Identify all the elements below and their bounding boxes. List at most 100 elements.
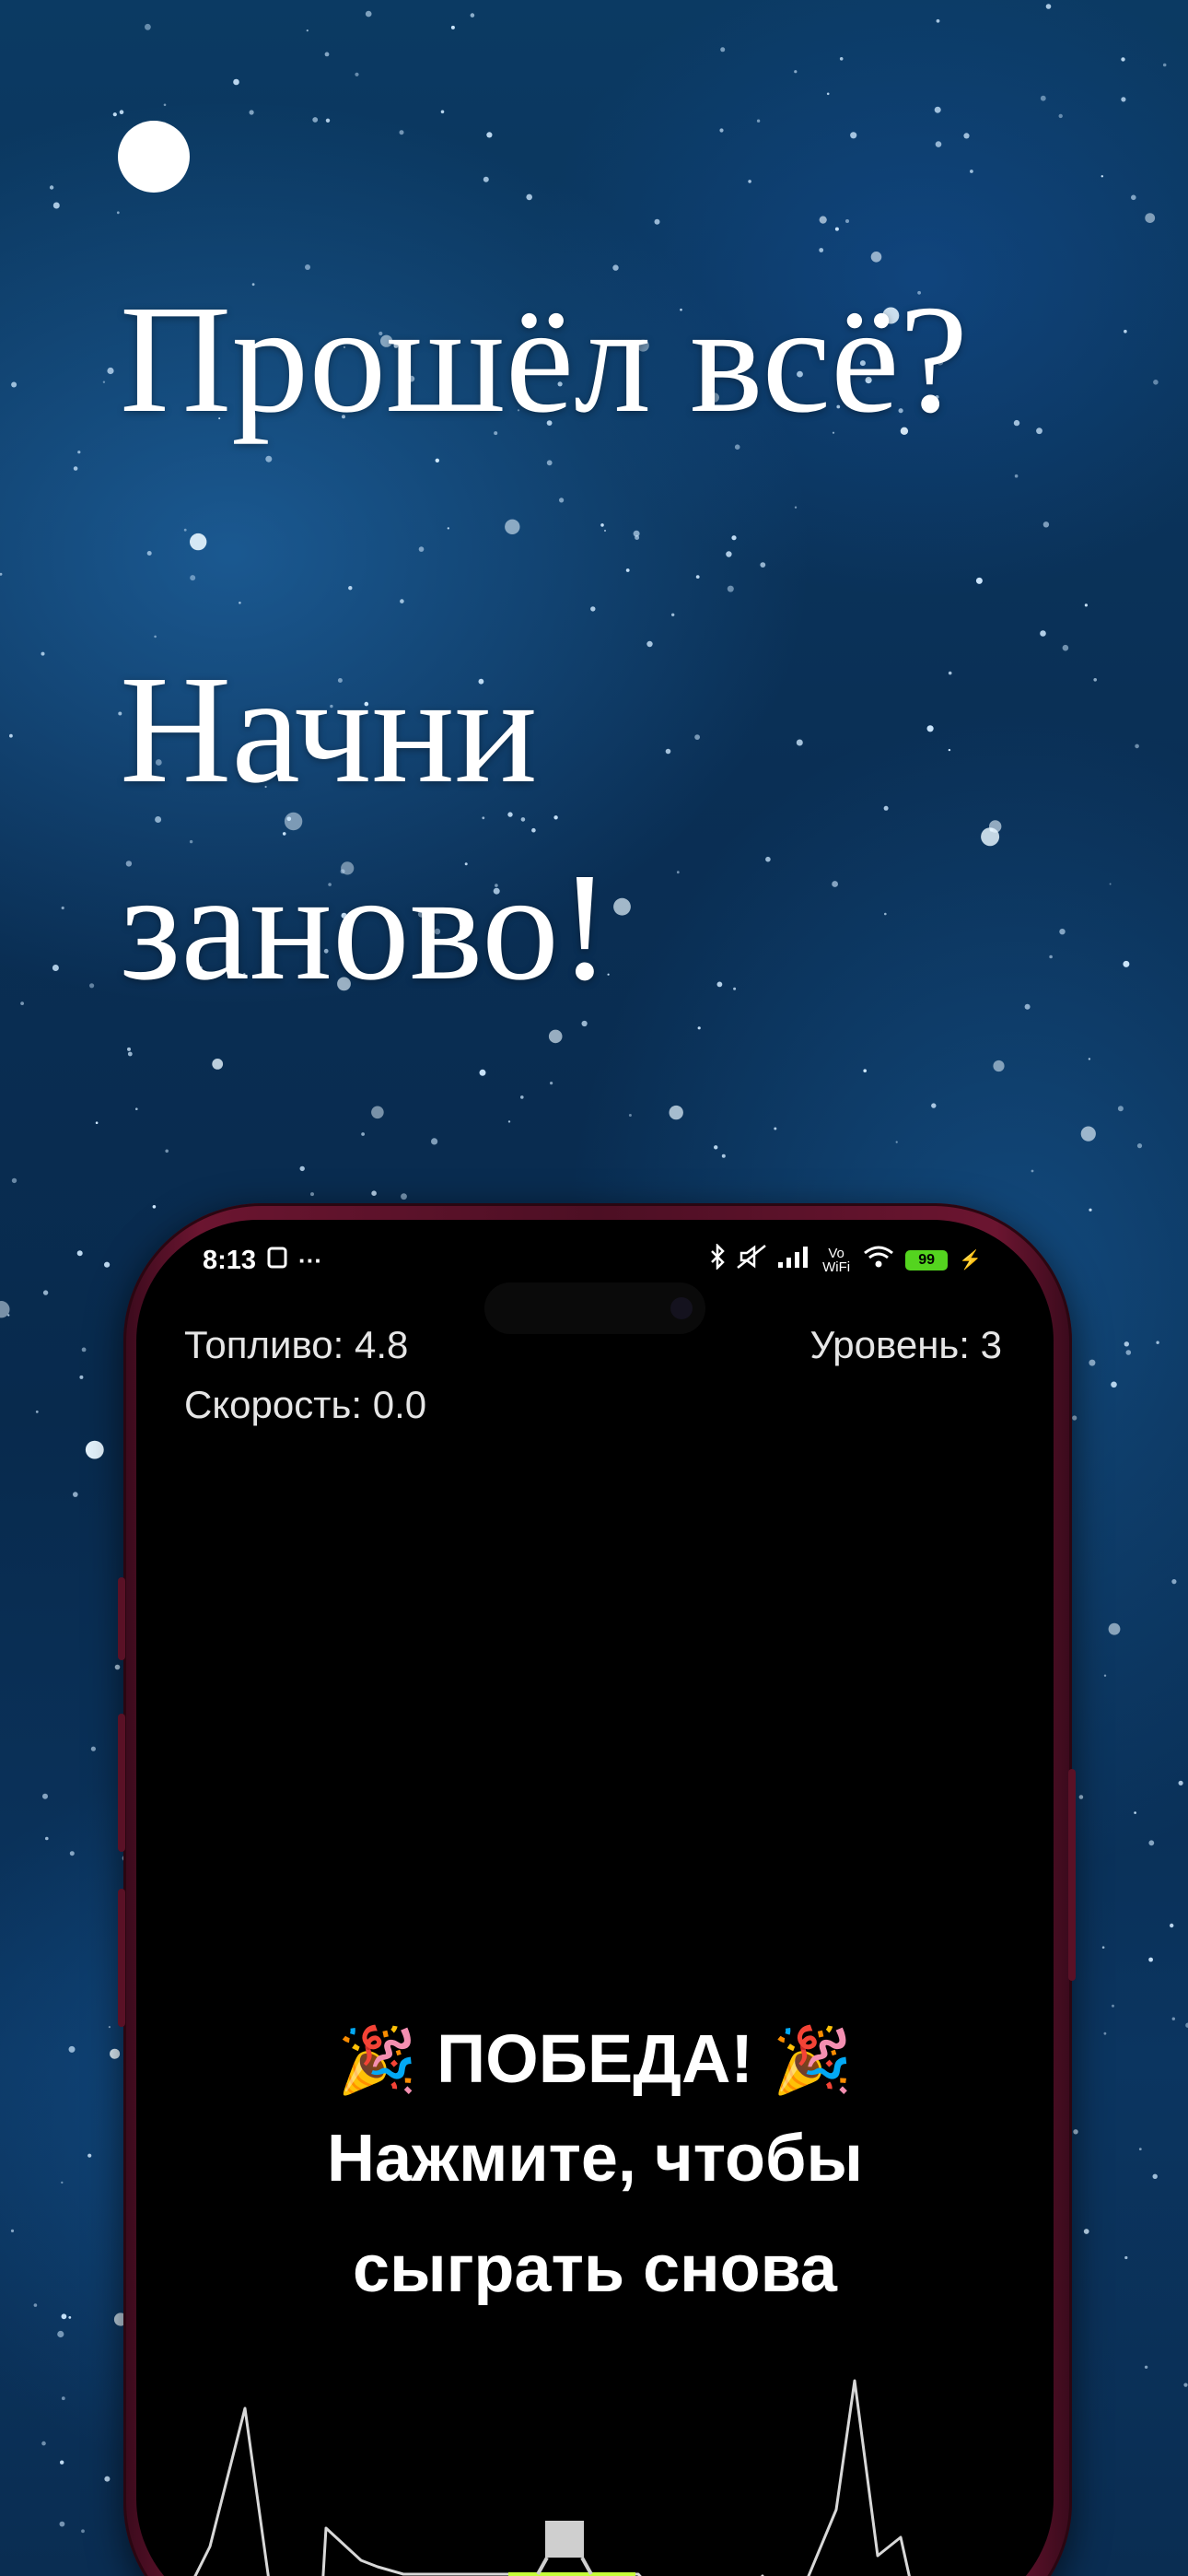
star: [312, 117, 319, 123]
star: [934, 106, 941, 113]
star: [1183, 2383, 1188, 2387]
star: [418, 546, 425, 552]
star: [127, 1047, 131, 1051]
star: [1108, 1622, 1121, 1635]
star: [714, 1145, 718, 1150]
star: [450, 25, 455, 29]
star: [1121, 57, 1125, 62]
star: [11, 381, 17, 388]
star: [1170, 1923, 1174, 1928]
star: [695, 575, 700, 579]
star: [760, 562, 766, 568]
star: [163, 103, 167, 107]
star: [68, 2316, 72, 2319]
star: [1123, 960, 1130, 967]
star: [1136, 1143, 1143, 1149]
star: [581, 1020, 588, 1027]
star: [306, 29, 309, 32]
star: [371, 1106, 384, 1119]
star: [479, 1069, 486, 1076]
star: [190, 575, 196, 581]
star: [440, 110, 445, 114]
star: [765, 856, 771, 862]
star: [431, 1138, 438, 1145]
star: [57, 2330, 64, 2338]
star: [81, 1347, 87, 1352]
star: [646, 640, 653, 648]
star: [69, 1851, 75, 1856]
star: [863, 1069, 867, 1072]
star: [628, 1114, 632, 1117]
star: [590, 606, 596, 612]
star: [239, 602, 241, 604]
star: [1117, 1106, 1124, 1112]
star: [1121, 97, 1126, 102]
star: [1103, 1674, 1107, 1677]
star: [112, 112, 117, 117]
star: [613, 897, 631, 916]
star: [325, 118, 331, 123]
star: [127, 1051, 133, 1057]
star: [727, 585, 734, 592]
star: [1171, 1579, 1177, 1585]
star: [1089, 1208, 1092, 1212]
star: [104, 2476, 111, 2482]
star: [633, 530, 640, 537]
star: [1089, 1359, 1096, 1366]
star: [1040, 95, 1046, 101]
star: [883, 805, 889, 811]
phone-volume-down-button: [118, 1889, 125, 2027]
star: [550, 1082, 553, 1085]
star: [600, 523, 604, 527]
star: [1059, 929, 1066, 935]
star: [733, 987, 737, 990]
star: [1124, 1341, 1130, 1347]
star: [116, 211, 120, 215]
star: [365, 10, 372, 18]
star: [1078, 1795, 1084, 1799]
star: [470, 13, 475, 18]
star: [553, 815, 558, 820]
star: [719, 128, 724, 133]
star: [10, 2229, 15, 2232]
star: [108, 2026, 111, 2029]
star: [794, 506, 798, 509]
star: [970, 170, 973, 173]
star: [1058, 113, 1063, 119]
star: [720, 47, 726, 53]
star: [1073, 2129, 1078, 2135]
star: [85, 1440, 104, 1459]
star: [42, 1793, 48, 1799]
star: [1148, 1840, 1155, 1846]
star: [61, 2181, 64, 2184]
star: [1049, 954, 1053, 959]
star: [1080, 1126, 1096, 1142]
star: [145, 23, 151, 30]
star: [1148, 1957, 1153, 1962]
star: [60, 2460, 64, 2465]
phone-power-button: [1068, 1769, 1076, 1981]
star: [1088, 1058, 1091, 1060]
star: [1062, 644, 1069, 651]
star: [1124, 2255, 1128, 2260]
game-screen[interactable]: 8:13 ··· Vo WiFi 99 ⚡ Топливо: 4.8 Скоро…: [136, 1220, 1054, 2576]
star: [697, 1026, 701, 1030]
star: [483, 176, 489, 182]
star: [834, 227, 839, 231]
star: [310, 1192, 314, 1197]
star: [42, 1290, 49, 1295]
star: [1111, 1381, 1117, 1388]
star: [33, 2303, 38, 2307]
star: [531, 827, 536, 833]
star: [936, 18, 940, 23]
star: [89, 983, 95, 989]
star: [507, 1120, 511, 1123]
star: [41, 2441, 46, 2446]
star: [975, 577, 983, 584]
star: [1014, 474, 1019, 478]
star: [981, 827, 1000, 847]
star: [102, 381, 106, 383]
star: [59, 2521, 65, 2527]
star: [1144, 2365, 1148, 2369]
star: [1134, 1811, 1136, 1814]
